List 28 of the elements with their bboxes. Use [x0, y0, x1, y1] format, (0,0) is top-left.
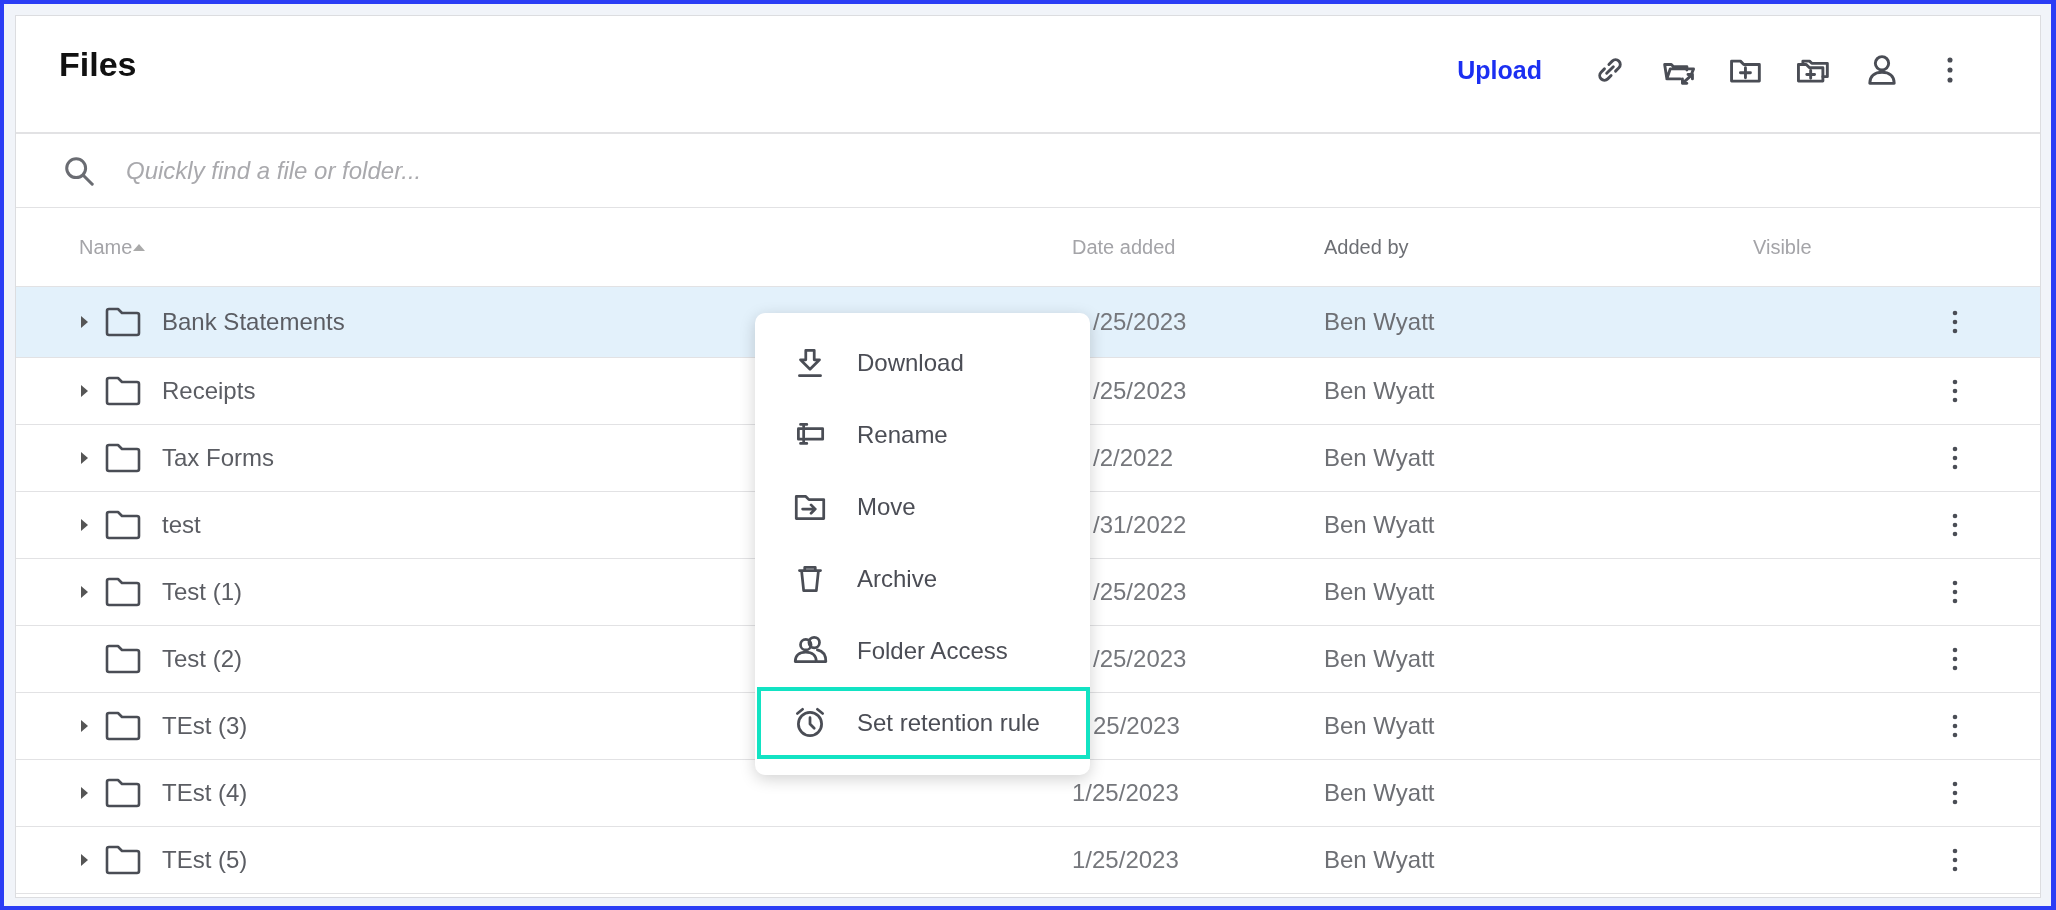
folder-name: test: [162, 511, 201, 539]
user-name: Ben Wyatt: [1324, 444, 1435, 471]
folder-name: Tax Forms: [162, 444, 274, 472]
user-name: Ben Wyatt: [1324, 846, 1435, 873]
date-text: 1/25/2023: [1072, 846, 1179, 873]
user-name: Ben Wyatt: [1324, 578, 1435, 605]
date-text: /25/2023: [1093, 645, 1187, 672]
date-text: 25/2023: [1093, 712, 1180, 739]
user-name: Ben Wyatt: [1324, 511, 1435, 538]
user-name: Ben Wyatt: [1324, 779, 1435, 806]
page-title: Files: [59, 44, 138, 84]
folder-name: Test (1): [162, 578, 242, 606]
folder-name: TEst (3): [162, 712, 248, 740]
user-name: Ben Wyatt: [1324, 377, 1435, 404]
folder-name: TEst (5): [162, 846, 248, 874]
date-text: /25/2023: [1093, 308, 1187, 335]
user-name: Ben Wyatt: [1324, 308, 1435, 335]
date-text: /31/2022: [1093, 511, 1187, 538]
date-text: 1/25/2023: [1072, 779, 1179, 806]
user-name: Ben Wyatt: [1324, 712, 1435, 739]
folder-name: Test (2): [162, 645, 242, 673]
date-text: /2/2022: [1093, 444, 1174, 471]
user-name: Ben Wyatt: [1324, 645, 1435, 672]
folder-name: Bank Statements: [162, 308, 345, 336]
folder-name: TEst (4): [162, 779, 248, 807]
date-text: /25/2023: [1093, 377, 1187, 404]
folder-name: Receipts: [162, 377, 256, 405]
date-text: /25/2023: [1093, 578, 1187, 605]
